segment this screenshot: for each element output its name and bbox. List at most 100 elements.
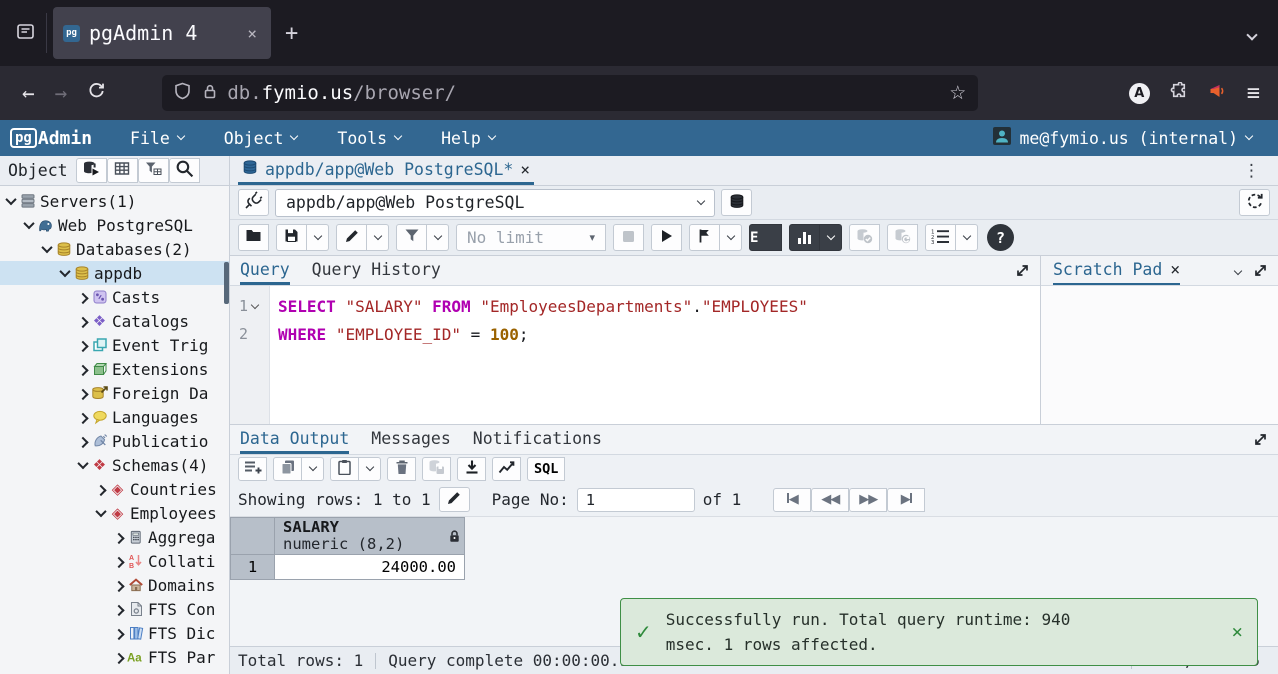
expand-icon[interactable] — [112, 652, 126, 665]
expand-icon[interactable] — [76, 436, 90, 449]
menu-object[interactable]: Object — [224, 129, 299, 148]
collapse-icon[interactable] — [22, 217, 36, 230]
extension-a-icon[interactable]: A — [1128, 82, 1150, 104]
paste-button[interactable] — [330, 457, 359, 481]
collapse-icon[interactable] — [94, 505, 108, 518]
tree-item-fts-dic[interactable]: FTS Dic — [0, 621, 229, 645]
tab-close-icon[interactable]: × — [243, 22, 261, 45]
expand-icon[interactable] — [112, 604, 126, 617]
stop-button[interactable] — [613, 224, 644, 251]
scratch-pad-body[interactable] — [1041, 286, 1278, 424]
browser-sidebar-tabs-icon[interactable] — [8, 16, 42, 50]
add-row-button[interactable] — [238, 457, 267, 481]
tree-item-aggrega[interactable]: Aggrega — [0, 525, 229, 549]
execute-button[interactable] — [651, 224, 682, 251]
page-last-button[interactable]: ▶ — [887, 487, 926, 512]
tree-item-databases-2[interactable]: Databases(2) — [0, 237, 229, 261]
filter-button[interactable] — [396, 224, 427, 251]
tree-item-appdb[interactable]: appdb — [0, 261, 229, 285]
reset-layout-button[interactable] — [1239, 189, 1270, 216]
tree-item-publicatio[interactable]: Publicatio — [0, 429, 229, 453]
macros-button-dropdown[interactable] — [956, 224, 978, 251]
graph-visualiser-button[interactable] — [492, 457, 521, 481]
page-first-button[interactable]: ◀ — [773, 487, 812, 512]
edit-button-dropdown[interactable] — [367, 224, 389, 251]
close-icon[interactable]: × — [520, 160, 530, 179]
expand-icon[interactable] — [112, 532, 126, 545]
user-menu[interactable]: me@fymio.us (internal) — [993, 127, 1254, 149]
expand-icon[interactable] — [76, 412, 90, 425]
tree-item-collati[interactable]: A B Collati — [0, 549, 229, 573]
tab-scratch-pad[interactable]: Scratch Pad × — [1053, 256, 1181, 285]
menu-file[interactable]: File — [130, 129, 186, 148]
megaphone-extension-icon[interactable] — [1208, 82, 1227, 104]
menu-tools[interactable]: Tools — [337, 129, 403, 148]
collapse-icon[interactable] — [40, 241, 54, 254]
row-number-cell[interactable]: 1 — [230, 554, 275, 580]
delete-row-button[interactable] — [387, 457, 416, 481]
menu-help[interactable]: Help — [441, 129, 497, 148]
sql-code[interactable]: SELECT "SALARY" FROM "EmployeesDepartmen… — [270, 286, 808, 424]
expand-icon[interactable] — [112, 580, 126, 593]
tree-item-catalogs[interactable]: ❖ Catalogs — [0, 309, 229, 333]
shield-icon[interactable] — [174, 82, 191, 104]
expand-icon[interactable] — [76, 388, 90, 401]
close-icon[interactable]: × — [1170, 260, 1180, 279]
tree-item-fts-con[interactable]: FTS Con — [0, 597, 229, 621]
connection-select[interactable]: appdb/app@Web PostgreSQL — [275, 188, 715, 217]
help-button[interactable]: ? — [985, 224, 1016, 251]
sql-editor[interactable]: 12 SELECT "SALARY" FROM "EmployeesDepart… — [230, 286, 1040, 424]
data-cell[interactable]: 24000.00 — [274, 554, 465, 580]
execute-options-button-dropdown[interactable] — [720, 224, 742, 251]
address-bar[interactable]: db. fymio.us /browser/ ☆ — [162, 75, 979, 111]
tree-item-languages[interactable]: Languages — [0, 405, 229, 429]
collapse-icon[interactable] — [4, 193, 18, 206]
query-tool-button[interactable] — [75, 158, 107, 183]
expand-icon[interactable] — [76, 292, 90, 305]
fold-icon[interactable] — [250, 300, 260, 309]
download-button[interactable] — [457, 457, 486, 481]
tree-item-event-trig[interactable]: Event Trig — [0, 333, 229, 357]
expand-icon[interactable] — [112, 556, 126, 569]
tree-item-countries[interactable]: ◈ Countries — [0, 477, 229, 501]
explain-analyze-button[interactable] — [789, 224, 820, 251]
save-button[interactable] — [276, 224, 307, 251]
expand-icon[interactable] — [76, 340, 90, 353]
browser-menu-icon[interactable]: ≡ — [1247, 81, 1260, 106]
kebab-menu-icon[interactable]: ⋮ — [1243, 161, 1260, 181]
commit-button[interactable] — [849, 224, 880, 251]
tab-query-history[interactable]: Query History — [312, 256, 441, 285]
copy-button-dropdown[interactable] — [302, 457, 324, 481]
tree-item-fts-par[interactable]: Aa FTS Par — [0, 645, 229, 669]
grid-corner-cell[interactable] — [230, 517, 275, 555]
extensions-puzzle-icon[interactable] — [1170, 81, 1188, 104]
expand-icon[interactable] — [76, 364, 90, 377]
save-data-button[interactable] — [422, 457, 451, 481]
tab-query[interactable]: Query — [240, 256, 290, 285]
paste-button-dropdown[interactable] — [359, 457, 381, 481]
collapse-icon[interactable] — [76, 457, 90, 470]
tree-item-web-postgresql[interactable]: Web PostgreSQL — [0, 213, 229, 237]
view-data-button[interactable] — [106, 158, 138, 183]
filtered-rows-button[interactable] — [137, 158, 169, 183]
tree-item-employees[interactable]: ◈ Employees — [0, 501, 229, 525]
expand-icon[interactable] — [1253, 263, 1268, 282]
explain-analyze-button-dropdown[interactable] — [820, 224, 842, 251]
tree-item-casts[interactable]: Casts — [0, 285, 229, 309]
tree-item-foreign-tables[interactable] — [0, 669, 229, 674]
macros-button[interactable]: 123 — [925, 224, 956, 251]
forward-button[interactable]: → — [45, 77, 78, 109]
open-file-button[interactable] — [238, 224, 269, 251]
tab-query-tool[interactable]: appdb/app@Web PostgreSQL* × — [238, 156, 534, 185]
search-objects-button[interactable] — [168, 158, 200, 183]
expand-icon[interactable] — [1015, 263, 1030, 282]
column-header-salary[interactable]: SALARY numeric (8,2) — [274, 517, 465, 555]
rollback-button[interactable] — [887, 224, 918, 251]
filter-button-dropdown[interactable] — [427, 224, 449, 251]
tab-notifications[interactable]: Notifications — [473, 425, 602, 454]
edit-rows-button[interactable] — [438, 487, 470, 512]
new-connection-button[interactable] — [721, 189, 752, 216]
row-limit-select[interactable]: No limit ▾ — [456, 224, 606, 251]
tree-item-extensions[interactable]: Extensions — [0, 357, 229, 381]
explain-button[interactable]: E — [749, 224, 782, 251]
